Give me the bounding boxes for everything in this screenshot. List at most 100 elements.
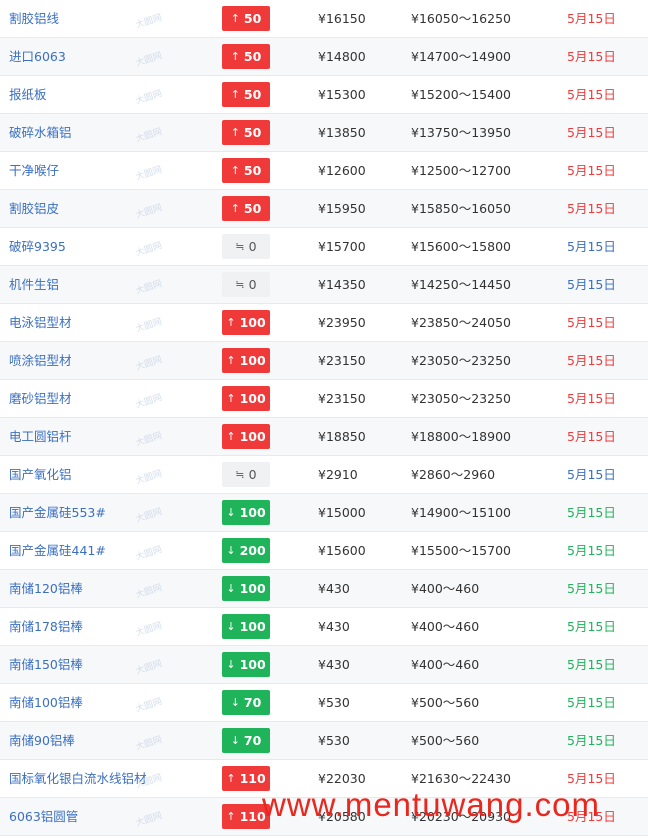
change-badge: ↑ 50 [222,44,270,69]
product-name-link[interactable]: 南储150铝棒 [9,646,83,683]
product-name-link[interactable]: 破碎9395 [9,228,66,265]
watermark-logo: 大圆网 [134,88,164,107]
change-value: 100 [239,619,266,634]
avg-price: ¥15600 [318,543,366,558]
change-value: 100 [239,505,266,520]
table-row: 南储178铝棒 ↓ 100 ¥430 ¥400～460 5月15日 大圆网 [0,608,648,646]
product-name-link[interactable]: 南储100铝棒 [9,684,83,721]
product-name-link[interactable]: 破碎水箱铝 [9,114,72,151]
table-row: 喷涂铝型材 ↑ 100 ¥23150 ¥23050～23250 5月15日 大圆网 [0,342,648,380]
update-date: 5月15日 [567,163,616,178]
change-badge: ↓ 200 [222,538,270,563]
price-range: ¥16050～16250 [411,11,511,26]
arrow-down-icon: ↓ [226,582,236,595]
price-range: ¥500～560 [411,733,480,748]
product-name-link[interactable]: 喷涂铝型材 [9,342,72,379]
arrow-up-icon: ↑ [226,772,236,785]
table-row: 进口6063 ↑ 50 ¥14800 ¥14700～14900 5月15日 大圆网 [0,38,648,76]
update-date: 5月15日 [567,315,616,330]
watermark-logo: 大圆网 [134,316,164,335]
product-name-link[interactable]: 南储90铝棒 [9,722,75,759]
arrow-down-icon: ↓ [226,658,236,671]
price-range: ¥15500～15700 [411,543,511,558]
product-name-link[interactable]: 电泳铝型材 [9,304,72,341]
site-watermark: www.mentuwang.com [262,786,600,823]
avg-price: ¥430 [318,657,350,672]
price-table: 割胶铝线 ↑ 50 ¥16150 ¥16050～16250 5月15日 大圆网 进口6063 ↑… [0,0,648,836]
flat-equal-icon: ≒ [235,278,245,291]
price-range: ¥13750～13950 [411,125,511,140]
price-range: ¥23050～23250 [411,391,511,406]
arrow-up-icon: ↑ [226,810,236,823]
update-date: 5月15日 [567,239,616,254]
avg-price: ¥2910 [318,467,358,482]
avg-price: ¥15950 [318,201,366,216]
change-badge: ↑ 50 [222,120,270,145]
change-badge: ≒ 0 [222,462,270,487]
watermark-logo: 大圆网 [134,620,164,639]
watermark-logo: 大圆网 [134,126,164,145]
product-name-link[interactable]: 报纸板 [9,76,47,113]
change-badge: ↓ 100 [222,500,270,525]
change-value: 50 [243,11,262,26]
product-name-link[interactable]: 南储178铝棒 [9,608,83,645]
product-name-link[interactable]: 干净喉仔 [9,152,59,189]
flat-equal-icon: ≒ [235,240,245,253]
change-value: 200 [239,543,266,558]
update-date: 5月15日 [567,467,616,482]
change-value: 100 [239,429,266,444]
price-range: ¥15200～15400 [411,87,511,102]
change-value: 100 [239,315,266,330]
change-value: 70 [243,733,262,748]
product-name-link[interactable]: 国产金属硅553# [9,494,106,531]
product-name-link[interactable]: 国产氧化铝 [9,456,72,493]
product-name-link[interactable]: 磨砂铝型材 [9,380,72,417]
change-badge: ↑ 50 [222,6,270,31]
product-name-link[interactable]: 6063铝圆管 [9,798,78,835]
watermark-logo: 大圆网 [134,430,164,449]
product-name-link[interactable]: 进口6063 [9,38,66,75]
change-badge: ↑ 100 [222,348,270,373]
change-badge: ↓ 100 [222,652,270,677]
update-date: 5月15日 [567,733,616,748]
product-name-link[interactable]: 机件生铝 [9,266,59,303]
avg-price: ¥23950 [318,315,366,330]
arrow-down-icon: ↓ [226,620,236,633]
change-value: 110 [239,771,266,786]
avg-price: ¥14800 [318,49,366,64]
table-row: 南储90铝棒 ↓ 70 ¥530 ¥500～560 5月15日 大圆网 [0,722,648,760]
avg-price: ¥15000 [318,505,366,520]
table-row: 国产氧化铝 ≒ 0 ¥2910 ¥2860～2960 5月15日 大圆网 [0,456,648,494]
product-name-link[interactable]: 电工圆铝杆 [9,418,72,455]
product-name-link[interactable]: 割胶铝线 [9,0,59,37]
change-badge: ↓ 100 [222,614,270,639]
avg-price: ¥23150 [318,353,366,368]
table-row: 磨砂铝型材 ↑ 100 ¥23150 ¥23050～23250 5月15日 大圆网 [0,380,648,418]
product-name-link[interactable]: 国产金属硅441# [9,532,106,569]
change-badge: ↑ 100 [222,424,270,449]
arrow-up-icon: ↑ [230,12,240,25]
change-value: 100 [239,391,266,406]
change-value: 100 [239,581,266,596]
watermark-logo: 大圆网 [134,506,164,525]
product-name-link[interactable]: 南储120铝棒 [9,570,83,607]
update-date: 5月15日 [567,619,616,634]
avg-price: ¥12600 [318,163,366,178]
arrow-up-icon: ↑ [230,164,240,177]
update-date: 5月15日 [567,695,616,710]
flat-equal-icon: ≒ [235,468,245,481]
change-value: 100 [239,657,266,672]
avg-price: ¥530 [318,695,350,710]
product-name-link[interactable]: 割胶铝皮 [9,190,59,227]
watermark-logo: 大圆网 [134,392,164,411]
watermark-logo: 大圆网 [134,696,164,715]
change-badge: ↓ 70 [222,728,270,753]
change-value: 0 [248,277,257,292]
price-range: ¥400～460 [411,657,480,672]
change-value: 100 [239,353,266,368]
table-row: 南储120铝棒 ↓ 100 ¥430 ¥400～460 5月15日 大圆网 [0,570,648,608]
table-row: 南储100铝棒 ↓ 70 ¥530 ¥500～560 5月15日 大圆网 [0,684,648,722]
update-date: 5月15日 [567,657,616,672]
product-name-link[interactable]: 国标氧化银白流水线铝材 [9,760,147,797]
watermark-logo: 大圆网 [134,354,164,373]
